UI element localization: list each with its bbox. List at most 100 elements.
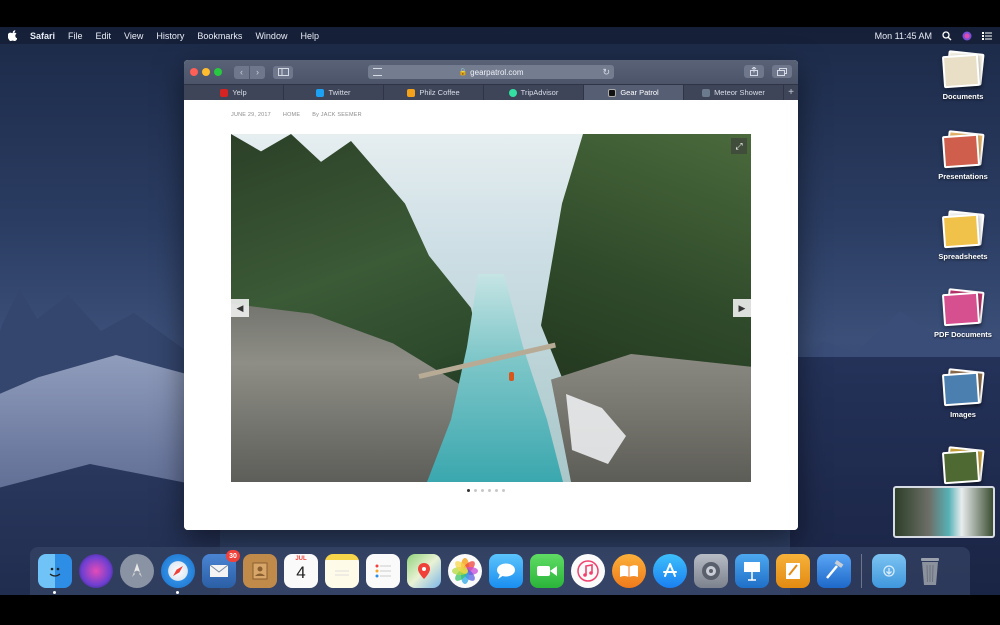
running-indicator bbox=[176, 591, 179, 594]
contacts-icon[interactable] bbox=[243, 554, 277, 588]
tripadvisor-favicon-icon bbox=[508, 88, 517, 97]
spotlight-search-icon[interactable] bbox=[942, 30, 952, 41]
itunes-icon[interactable] bbox=[571, 554, 605, 588]
xcode-icon[interactable] bbox=[817, 554, 851, 588]
finder-icon[interactable] bbox=[38, 554, 72, 594]
show-all-tabs-button[interactable] bbox=[772, 65, 792, 78]
notification-center-icon[interactable] bbox=[982, 31, 992, 41]
navigation-buttons: ‹ › bbox=[234, 65, 265, 79]
running-indicator bbox=[53, 591, 56, 594]
reminders-icon[interactable] bbox=[366, 554, 400, 588]
apple-menu-icon[interactable] bbox=[7, 30, 18, 42]
maps-icon[interactable] bbox=[407, 554, 441, 588]
pagination-dot[interactable] bbox=[502, 489, 505, 492]
reload-icon[interactable]: ↻ bbox=[602, 67, 610, 78]
article-meta: JUNE 29, 2017 HOME By JACK SEEMER bbox=[231, 112, 362, 118]
notes-icon[interactable] bbox=[325, 554, 359, 588]
tab-bar: Yelp Twitter Philz Coffee TripAdvisor Ge… bbox=[184, 84, 798, 100]
stack-more[interactable] bbox=[928, 446, 998, 488]
menu-file[interactable]: File bbox=[68, 31, 83, 41]
pages-icon[interactable] bbox=[776, 554, 810, 588]
back-button[interactable]: ‹ bbox=[234, 65, 249, 79]
tab-philz-coffee[interactable]: Philz Coffee bbox=[384, 85, 484, 100]
web-page-content: JUNE 29, 2017 HOME By JACK SEEMER ◀ ▶ ⤢ bbox=[184, 100, 798, 530]
trash-icon[interactable] bbox=[913, 554, 947, 588]
menu-safari[interactable]: Safari bbox=[30, 31, 55, 41]
mail-unread-badge: 30 bbox=[226, 550, 240, 562]
photo-person bbox=[509, 372, 514, 381]
menu-view[interactable]: View bbox=[124, 31, 143, 41]
pagination-dot[interactable] bbox=[474, 489, 477, 492]
menu-bar: Safari File Edit View History Bookmarks … bbox=[0, 27, 1000, 44]
tab-label: Yelp bbox=[232, 88, 247, 97]
tab-meteor-shower[interactable]: Meteor Shower bbox=[684, 85, 784, 100]
calendar-month: JUL bbox=[295, 556, 307, 562]
launchpad-icon[interactable] bbox=[120, 554, 154, 588]
tab-label: Philz Coffee bbox=[419, 88, 460, 97]
documents-stack-icon bbox=[941, 50, 985, 89]
stack-documents[interactable]: Documents bbox=[928, 50, 998, 101]
stack-spreadsheets[interactable]: Spreadsheets bbox=[928, 210, 998, 261]
expand-fullscreen-icon[interactable]: ⤢ bbox=[731, 138, 747, 154]
tab-twitter[interactable]: Twitter bbox=[284, 85, 384, 100]
pagination-dot[interactable] bbox=[467, 489, 470, 492]
yelp-favicon-icon bbox=[220, 88, 229, 97]
address-bar[interactable]: 🔒 gearpatrol.com ↻ bbox=[368, 65, 614, 79]
menu-window[interactable]: Window bbox=[255, 31, 287, 41]
tab-label: Twitter bbox=[328, 88, 351, 97]
spreadsheets-stack-icon bbox=[941, 210, 985, 249]
menu-help[interactable]: Help bbox=[300, 31, 319, 41]
stack-images[interactable]: Images bbox=[928, 368, 998, 419]
menu-bookmarks[interactable]: Bookmarks bbox=[197, 31, 242, 41]
menu-edit[interactable]: Edit bbox=[96, 31, 112, 41]
safari-window: ‹ › 🔒 gearpatrol.com ↻ Yelp Twitter Phil… bbox=[184, 60, 798, 530]
siri-icon[interactable] bbox=[962, 31, 972, 41]
safari-icon[interactable] bbox=[161, 554, 195, 594]
tab-label: TripAdvisor bbox=[520, 88, 559, 97]
messages-icon[interactable] bbox=[489, 554, 523, 588]
share-button[interactable] bbox=[744, 65, 764, 78]
ibooks-icon[interactable] bbox=[612, 554, 646, 588]
minimize-window-button[interactable] bbox=[202, 68, 210, 76]
stack-label: Images bbox=[950, 410, 976, 419]
menubar-clock[interactable]: Mon 11:45 AM bbox=[875, 31, 932, 41]
gallery-next-button[interactable]: ▶ bbox=[733, 299, 751, 317]
tab-tripadvisor[interactable]: TripAdvisor bbox=[484, 85, 584, 100]
new-tab-button[interactable]: + bbox=[784, 85, 798, 100]
system-preferences-icon[interactable] bbox=[694, 554, 728, 588]
pagination-dot[interactable] bbox=[481, 489, 484, 492]
forward-button[interactable]: › bbox=[250, 65, 265, 79]
app-store-icon[interactable] bbox=[653, 554, 687, 588]
menu-history[interactable]: History bbox=[156, 31, 184, 41]
meteor-shower-favicon-icon bbox=[702, 88, 711, 97]
images-stack-icon bbox=[941, 368, 985, 407]
facetime-icon[interactable] bbox=[530, 554, 564, 588]
address-text: gearpatrol.com bbox=[470, 67, 524, 77]
article-byline[interactable]: By JACK SEEMER bbox=[312, 112, 362, 118]
presentations-stack-icon bbox=[941, 130, 985, 169]
tab-yelp[interactable]: Yelp bbox=[184, 85, 284, 100]
fullscreen-window-button[interactable] bbox=[214, 68, 222, 76]
screenshot-thumbnail-preview[interactable] bbox=[893, 486, 995, 538]
close-window-button[interactable] bbox=[190, 68, 198, 76]
stack-label: PDF Documents bbox=[934, 330, 992, 339]
reader-view-icon[interactable] bbox=[373, 68, 382, 76]
photos-icon[interactable] bbox=[448, 554, 482, 588]
calendar-icon[interactable]: JUL 4 bbox=[284, 554, 318, 588]
article-section-link[interactable]: HOME bbox=[283, 112, 300, 118]
pagination-dot[interactable] bbox=[495, 489, 498, 492]
tab-gear-patrol[interactable]: Gear Patrol bbox=[584, 85, 684, 100]
gallery-previous-button[interactable]: ◀ bbox=[231, 299, 249, 317]
gallery-pagination bbox=[467, 489, 505, 492]
pagination-dot[interactable] bbox=[488, 489, 491, 492]
stack-label: Spreadsheets bbox=[938, 252, 988, 261]
keynote-icon[interactable] bbox=[735, 554, 769, 588]
downloads-folder-icon[interactable] bbox=[872, 554, 906, 588]
stack-label: Presentations bbox=[938, 172, 988, 181]
sidebar-toggle-button[interactable] bbox=[273, 65, 293, 79]
mail-icon[interactable]: 30 bbox=[202, 550, 240, 588]
stack-presentations[interactable]: Presentations bbox=[928, 130, 998, 181]
hero-photo-gallery[interactable]: ◀ ▶ ⤢ bbox=[231, 134, 751, 482]
stack-pdf-documents[interactable]: PDF Documents bbox=[928, 288, 998, 339]
siri-icon[interactable] bbox=[79, 554, 113, 588]
